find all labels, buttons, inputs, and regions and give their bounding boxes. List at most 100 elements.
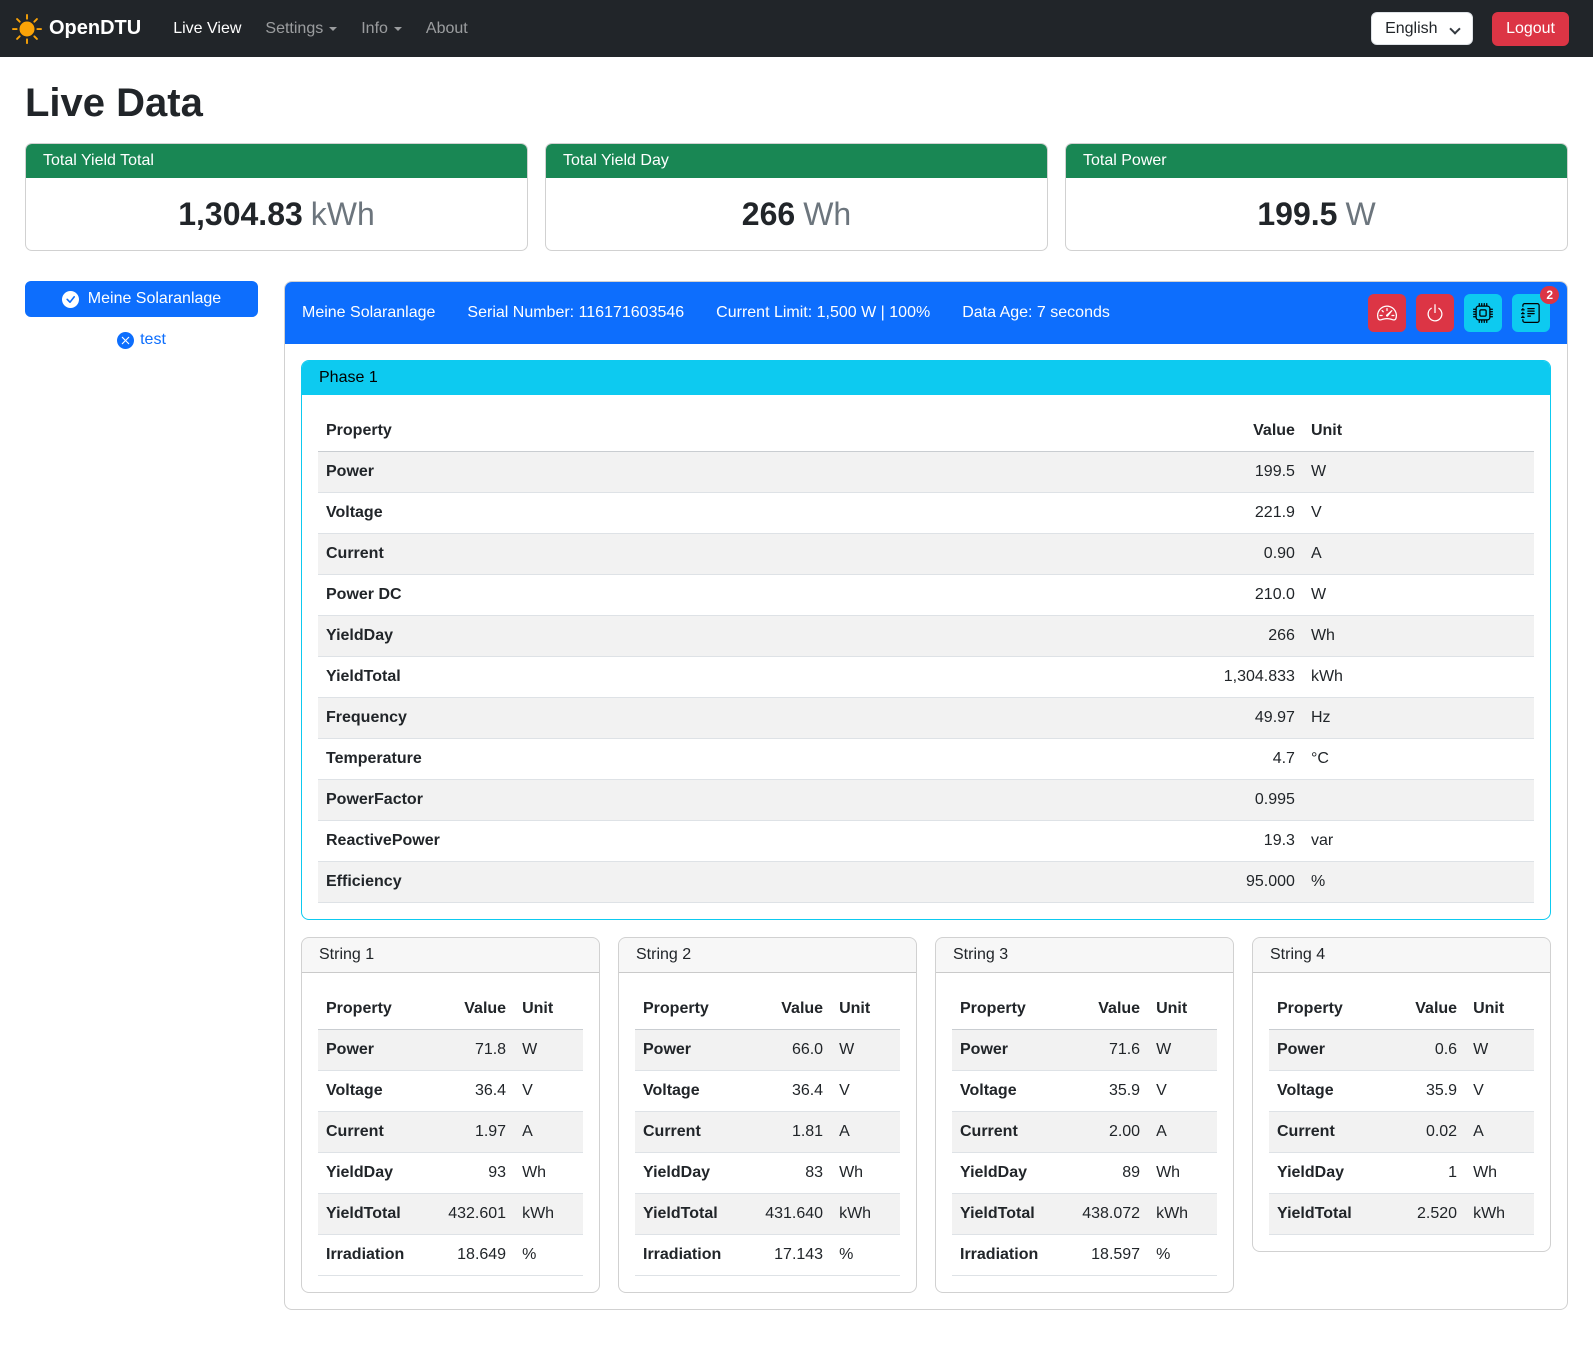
content-row: Meine Solaranlage test Meine Solaranlage… [25, 281, 1568, 1338]
property-value: 19.3 [804, 821, 1303, 862]
property-unit: % [831, 1235, 900, 1276]
inverter-name: Meine Solaranlage [302, 304, 435, 322]
property-value: 0.02 [1391, 1112, 1465, 1153]
property-name: YieldDay [318, 1153, 440, 1194]
property-unit: kWh [831, 1194, 900, 1235]
inverter-actions: 2 [1368, 294, 1550, 332]
x-circle-icon[interactable] [117, 332, 134, 349]
power-button[interactable] [1416, 294, 1454, 332]
inverter-select-button[interactable]: Meine Solaranlage [25, 281, 258, 317]
col-value: Value [804, 411, 1303, 452]
property-value: 1.97 [440, 1112, 514, 1153]
filter-chip-test[interactable]: test [25, 331, 258, 349]
string-table: Property Value Unit Power71.6WVoltage35.… [952, 989, 1217, 1276]
property-value: 71.6 [1074, 1030, 1148, 1071]
table-row: Current2.00A [952, 1112, 1217, 1153]
language-select[interactable]: English [1371, 12, 1473, 45]
table-row: YieldDay93Wh [318, 1153, 583, 1194]
property-name: YieldDay [952, 1153, 1074, 1194]
speedometer-icon [1377, 303, 1397, 323]
nav-item-settings[interactable]: Settings [253, 12, 349, 46]
summary-card-total-yield-total: Total Yield Total 1,304.83kWh [25, 143, 528, 251]
string-table-body: Power71.8WVoltage36.4VCurrent1.97AYieldD… [318, 1030, 583, 1276]
table-row: YieldDay1Wh [1269, 1153, 1534, 1194]
property-value: 210.0 [804, 575, 1303, 616]
language-select-wrap: English [1371, 12, 1473, 45]
navbar: OpenDTU Live View Settings Info About En… [0, 0, 1593, 57]
property-value: 2.00 [1074, 1112, 1148, 1153]
col-value: Value [1391, 989, 1465, 1030]
property-name: Power [318, 452, 804, 493]
property-unit [1303, 780, 1534, 821]
string-table: Property Value Unit Power71.8WVoltage36.… [318, 989, 583, 1276]
device-info-button[interactable] [1464, 294, 1502, 332]
property-name: YieldDay [1269, 1153, 1391, 1194]
logout-button[interactable]: Logout [1492, 12, 1569, 46]
property-value: 17.143 [757, 1235, 831, 1276]
property-name: YieldTotal [1269, 1194, 1391, 1235]
inverter-panel-header: Meine Solaranlage Serial Number: 1161716… [285, 282, 1567, 344]
limit-settings-button[interactable] [1368, 294, 1406, 332]
string-card-title: String 3 [936, 938, 1233, 973]
table-row: Irradiation18.649% [318, 1235, 583, 1276]
filter-chip-label: test [140, 331, 166, 349]
table-row: Power0.6W [1269, 1030, 1534, 1071]
phase-card: Phase 1 Property Value Unit P [301, 360, 1551, 920]
summary-card-title: Total Yield Total [26, 144, 527, 178]
table-row: YieldDay89Wh [952, 1153, 1217, 1194]
table-row: Voltage36.4V [318, 1071, 583, 1112]
summary-cards-row: Total Yield Total 1,304.83kWh Total Yiel… [25, 143, 1568, 251]
summary-card-unit: W [1345, 196, 1375, 232]
col-unit: Unit [1148, 989, 1217, 1030]
table-row: Current0.02A [1269, 1112, 1534, 1153]
property-name: Power [318, 1030, 440, 1071]
nav-item-about[interactable]: About [414, 12, 480, 46]
col-value: Value [1074, 989, 1148, 1030]
property-value: 1 [1391, 1153, 1465, 1194]
navbar-right: English Logout [1371, 12, 1569, 46]
property-value: 2.520 [1391, 1194, 1465, 1235]
property-unit: Wh [514, 1153, 583, 1194]
property-unit: W [1303, 452, 1534, 493]
inverter-limit: Current Limit: 1,500 W | 100% [716, 304, 930, 322]
sidebar: Meine Solaranlage test [25, 281, 258, 349]
property-name: YieldTotal [318, 1194, 440, 1235]
property-value: 95.000 [804, 862, 1303, 903]
col-unit: Unit [1303, 411, 1534, 452]
summary-card-value: 199.5 [1257, 196, 1337, 232]
table-row: YieldDay83Wh [635, 1153, 900, 1194]
property-value: 66.0 [757, 1030, 831, 1071]
table-row: Efficiency95.000% [318, 862, 1534, 903]
property-value: 4.7 [804, 739, 1303, 780]
brand[interactable]: OpenDTU [12, 14, 141, 44]
nav-item-live-view[interactable]: Live View [161, 12, 253, 46]
property-name: Current [318, 1112, 440, 1153]
property-unit: Wh [1465, 1153, 1534, 1194]
col-property: Property [952, 989, 1074, 1030]
string-table-body: Power71.6WVoltage35.9VCurrent2.00AYieldD… [952, 1030, 1217, 1276]
property-value: 36.4 [757, 1071, 831, 1112]
property-name: Irradiation [318, 1235, 440, 1276]
power-icon [1425, 303, 1445, 323]
table-row: Voltage221.9V [318, 493, 1534, 534]
property-value: 93 [440, 1153, 514, 1194]
property-name: Power [952, 1030, 1074, 1071]
chevron-down-icon [329, 27, 337, 31]
event-log-button[interactable]: 2 [1512, 294, 1550, 332]
nav-item-info[interactable]: Info [349, 12, 414, 46]
page-title: Live Data [25, 79, 1568, 127]
property-name: PowerFactor [318, 780, 804, 821]
property-unit: kWh [514, 1194, 583, 1235]
inverter-serial: Serial Number: 116171603546 [467, 304, 684, 322]
property-unit: Hz [1303, 698, 1534, 739]
table-row: YieldTotal1,304.833kWh [318, 657, 1534, 698]
summary-card-body: 1,304.83kWh [26, 178, 527, 250]
string-card-body: Property Value Unit Power66.0WVoltage36.… [619, 973, 916, 1292]
col-unit: Unit [514, 989, 583, 1030]
string-table-body: Power0.6WVoltage35.9VCurrent0.02AYieldDa… [1269, 1030, 1534, 1235]
property-name: Power [635, 1030, 757, 1071]
property-value: 35.9 [1074, 1071, 1148, 1112]
property-value: 49.97 [804, 698, 1303, 739]
property-name: Temperature [318, 739, 804, 780]
string-card-body: Property Value Unit Power0.6WVoltage35.9… [1253, 973, 1550, 1251]
